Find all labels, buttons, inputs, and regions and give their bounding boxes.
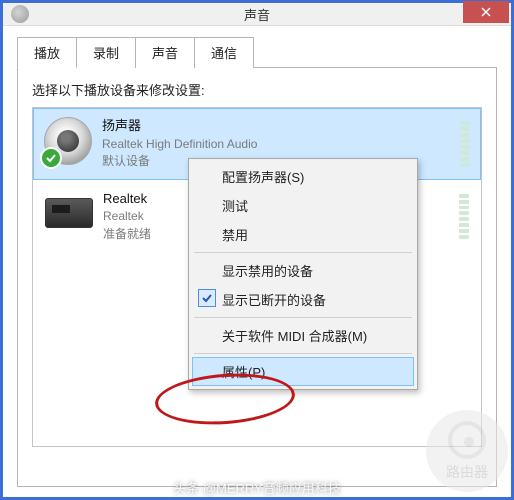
menu-show-disconnected[interactable]: 显示已断开的设备 bbox=[192, 285, 414, 314]
app-icon bbox=[11, 5, 29, 23]
menu-show-disabled[interactable]: 显示禁用的设备 bbox=[192, 256, 414, 285]
tab-communications[interactable]: 通信 bbox=[194, 37, 254, 68]
default-check-icon bbox=[40, 147, 62, 169]
tab-recording[interactable]: 录制 bbox=[76, 37, 136, 68]
instruction-text: 选择以下播放设备来修改设置: bbox=[32, 80, 482, 99]
digital-out-icon bbox=[45, 198, 93, 228]
menu-disable[interactable]: 禁用 bbox=[192, 220, 414, 249]
menu-configure-speakers[interactable]: 配置扬声器(S) bbox=[192, 162, 414, 191]
device-name: 扬声器 bbox=[102, 117, 454, 136]
level-meter bbox=[460, 117, 470, 171]
context-menu: 配置扬声器(S) 测试 禁用 显示禁用的设备 显示已断开的设备 关于软件 MID… bbox=[188, 158, 418, 390]
device-icon bbox=[44, 117, 92, 165]
device-icon bbox=[45, 190, 93, 238]
tabstrip: 播放 录制 声音 通信 bbox=[17, 36, 497, 67]
window-title: 声音 bbox=[3, 5, 511, 24]
menu-about-midi[interactable]: 关于软件 MIDI 合成器(M) bbox=[192, 321, 414, 350]
menu-separator bbox=[194, 317, 412, 318]
tab-playback[interactable]: 播放 bbox=[17, 37, 77, 68]
level-meter bbox=[459, 190, 469, 244]
menu-separator bbox=[194, 353, 412, 354]
watermark-router-logo: 路由器 bbox=[426, 410, 508, 492]
titlebar: 声音 bbox=[3, 3, 511, 26]
router-icon bbox=[448, 421, 486, 459]
menu-label: 显示已断开的设备 bbox=[222, 290, 326, 309]
tabpanel-playback: 选择以下播放设备来修改设置: 扬声器 Realtek High Definiti… bbox=[17, 67, 497, 487]
check-icon bbox=[198, 289, 216, 307]
device-subtitle: Realtek High Definition Audio bbox=[102, 136, 454, 153]
menu-separator bbox=[194, 252, 412, 253]
close-button[interactable] bbox=[463, 1, 509, 23]
tab-sounds[interactable]: 声音 bbox=[135, 37, 195, 68]
device-list[interactable]: 扬声器 Realtek High Definition Audio 默认设备 R… bbox=[32, 107, 482, 447]
menu-properties[interactable]: 属性(P) bbox=[192, 357, 414, 386]
menu-test[interactable]: 测试 bbox=[192, 191, 414, 220]
close-icon bbox=[481, 7, 491, 17]
watermark-router-label: 路由器 bbox=[446, 462, 488, 482]
